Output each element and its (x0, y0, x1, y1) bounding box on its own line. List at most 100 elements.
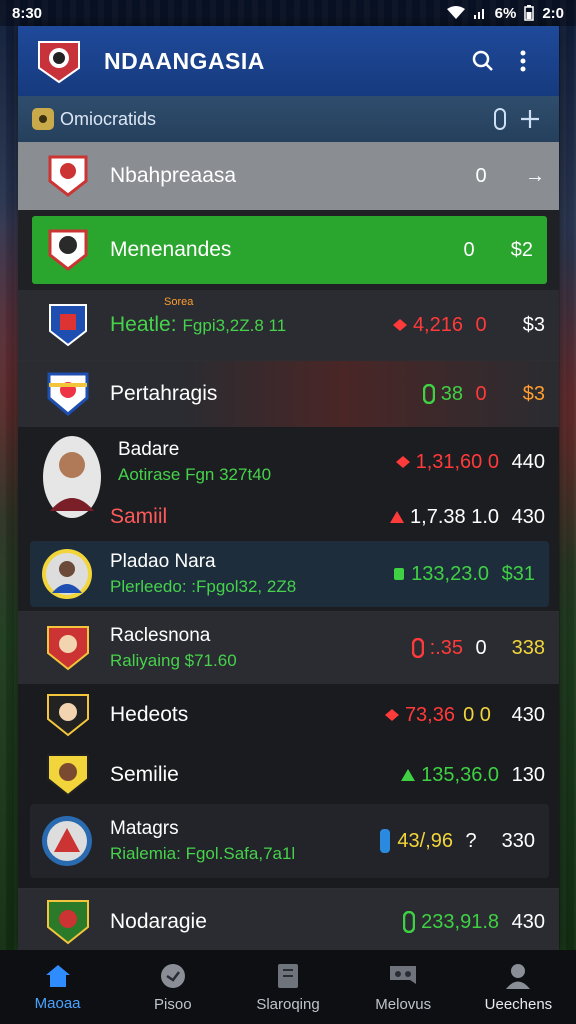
price-value: 430 (511, 703, 545, 726)
wifi-icon (446, 6, 465, 19)
search-icon (472, 50, 493, 71)
list-item[interactable]: Menenandes 0 $2 (32, 216, 547, 284)
search-button[interactable] (463, 41, 503, 81)
list-item[interactable]: Nodaragie 233,91.8 430 (18, 889, 559, 952)
status-bar: 8:30 6% 2:0 (0, 0, 576, 26)
stats-icon (390, 965, 417, 984)
plus-icon (521, 110, 539, 128)
team-crest (42, 689, 94, 741)
team-subtext: Fgpi3,2Z.8 11 (182, 316, 287, 335)
filter-icon (32, 108, 54, 130)
price-value: $31 (501, 562, 535, 585)
team-name: Semilie (110, 763, 179, 786)
status-clock: 2:0 (542, 4, 564, 22)
team-subtext: Rialemia: Fgol.Safa,7a1l (110, 844, 296, 863)
battery-icon (524, 5, 535, 21)
team-name: Nbahpreaasa (110, 164, 237, 187)
price-value: 338 (511, 636, 545, 659)
app-panel: NDAANGASIA Omiocratids Nbahpreaasa 0 → M… (18, 26, 559, 952)
list-item[interactable]: Samiil 1,7.38 1.0 430 (18, 493, 559, 541)
odds-value: 0 (475, 636, 487, 659)
diamond-icon (395, 456, 410, 468)
app-logo (34, 36, 84, 86)
diamond-icon (392, 319, 407, 331)
match-list: Nbahpreaasa 0 → Menenandes 0 $2 Sorea He… (18, 142, 559, 952)
paperclip-icon (494, 108, 506, 130)
pill-icon (380, 829, 391, 853)
score-value: 4,216 (392, 314, 463, 337)
team-name: Nodaragie (110, 910, 207, 933)
team-crest (42, 150, 94, 202)
bottom-nav: Maoaa Pisoo Slaroqing Melovus Ueechens (0, 950, 576, 1024)
nav-home[interactable]: Maoaa (0, 950, 115, 1024)
team-name: Matagrs (110, 818, 179, 839)
user-icon (506, 963, 531, 989)
price-value: $3 (522, 313, 545, 336)
team-crest (42, 299, 94, 351)
list-item[interactable]: Sorea Heatle: Fgpi3,2Z.8 11 4,216 0 $3 (18, 290, 559, 360)
score-value: 133,23.0 (393, 563, 489, 586)
team-name: Raclesnona (110, 625, 211, 646)
price-value: 130 (511, 763, 545, 786)
score-value: :.35 (411, 637, 463, 660)
price-value: 440 (511, 450, 545, 473)
score-value: 73,36 (384, 704, 455, 727)
player-subtext: Aotirase Fgn 327t40 (118, 465, 272, 484)
score-value: 233,91.8 (403, 911, 499, 934)
signal-icon (473, 9, 484, 19)
team-crest (42, 224, 94, 276)
player-name: Badare (118, 439, 180, 460)
odds-value: 0 0 (463, 703, 491, 726)
player-name: Pladao Nara (110, 551, 216, 572)
row-arrow[interactable]: → (499, 165, 545, 188)
list-item[interactable]: Nbahpreaasa 0 → (18, 142, 559, 210)
home-icon (45, 964, 70, 987)
odds-value: 0 (475, 382, 487, 405)
list-item[interactable]: Pladao Nara Plerleedo: :Fpgol32, 2Z8 133… (30, 541, 549, 607)
team-group: Hedeots 73,36 0 0 430 Semilie 135,36.0 1… (18, 684, 559, 888)
battery-small-icon (394, 568, 405, 580)
player-subtext: Plerleedo: :Fpgol32, 2Z8 (110, 577, 297, 596)
team-name: Hedeots (110, 703, 189, 726)
price-value: 430 (511, 505, 545, 528)
pill-icon (411, 638, 424, 658)
score-value: 43/,96 (379, 828, 453, 854)
status-time: 8:30 (12, 4, 43, 22)
nav-profile[interactable]: Ueechens (461, 950, 576, 1024)
list-item[interactable]: Hedeots 73,36 0 0 430 (18, 684, 559, 746)
more-vertical-icon (520, 50, 526, 72)
odds-value: 0 (475, 313, 487, 336)
nav-stats[interactable]: Melovus (346, 950, 461, 1024)
team-crest (42, 622, 94, 674)
team-crest (42, 368, 94, 420)
team-name: Menenandes (110, 238, 232, 261)
nav-standings[interactable]: Slaroqing (230, 950, 345, 1024)
list-item[interactable]: Pertahragis 38 0 $3 (18, 361, 559, 427)
attach-button[interactable] (485, 104, 515, 134)
list-item[interactable]: Matagrs Rialemia: Fgol.Safa,7a1l 43/,96 … (30, 804, 549, 878)
player-avatar (40, 547, 94, 601)
score-value: 38 (422, 383, 463, 406)
score-value: 135,36.0 (401, 764, 499, 787)
player-name: Samiil (110, 505, 168, 528)
app-bar: NDAANGASIA (18, 26, 559, 96)
odds-value: 0 (475, 164, 487, 187)
nav-matches[interactable]: Pisoo (115, 950, 230, 1024)
list-item[interactable]: Badare Aotirase Fgn 327t40 1,31,60 0 440 (18, 431, 559, 518)
price-value: $3 (522, 382, 545, 405)
pill-icon (422, 384, 435, 404)
list-item[interactable]: Semilie 135,36.0 130 (18, 746, 559, 804)
row-tag: Sorea (164, 296, 194, 308)
filter-bar: Omiocratids (18, 96, 559, 142)
triangle-icon (401, 769, 416, 781)
odds-value: ? (465, 829, 477, 852)
add-button[interactable] (515, 104, 545, 134)
team-name: Heatle: (110, 313, 177, 336)
ball-icon (160, 963, 185, 988)
list-item[interactable]: Raclesnona Raliyaing $71.60 :.35 0 338 (18, 612, 559, 684)
team-crest (42, 749, 94, 801)
app-title: NDAANGASIA (104, 47, 265, 74)
more-menu-button[interactable] (503, 41, 543, 81)
score-value: 1,7.38 1.0 (390, 506, 499, 529)
team-crest (42, 896, 94, 948)
